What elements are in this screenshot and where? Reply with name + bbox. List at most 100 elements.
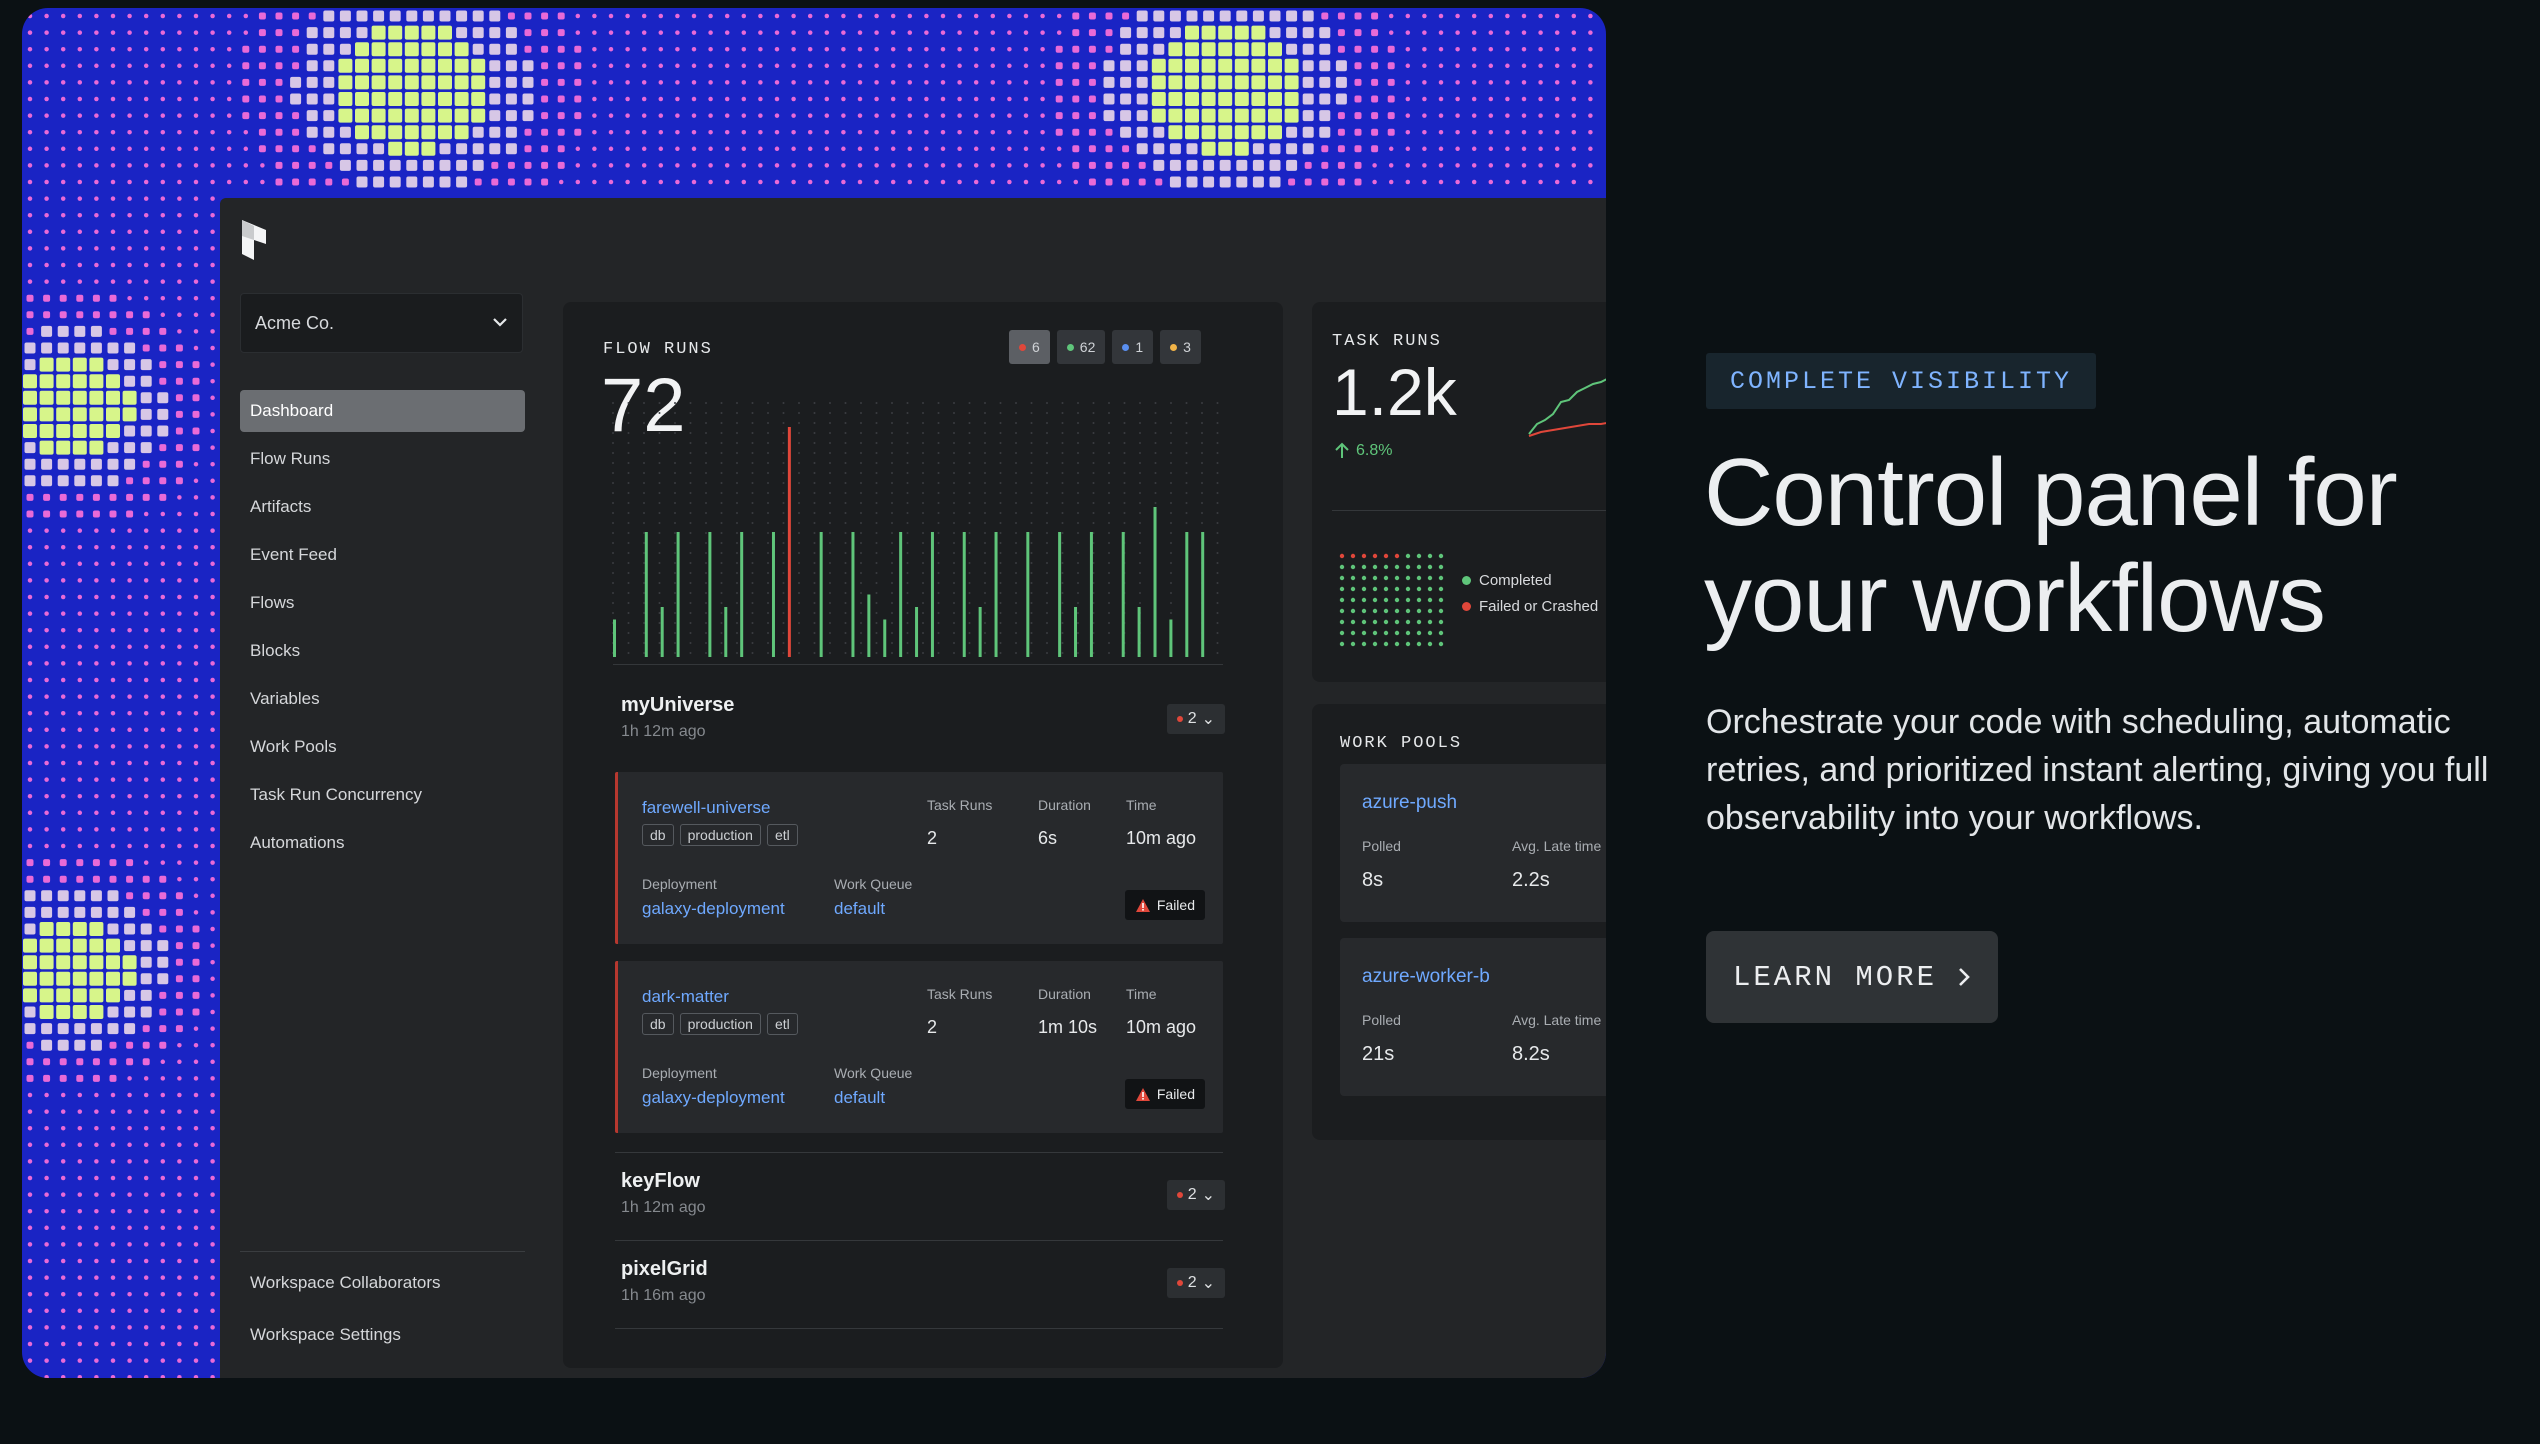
pattern-dot (1521, 96, 1527, 102)
pattern-square (1319, 126, 1331, 138)
pattern-square (1185, 75, 1199, 90)
pattern-dot (1471, 113, 1477, 118)
run-card[interactable]: farewell-universe db production etl Task… (615, 772, 1223, 944)
pattern-dot (110, 677, 116, 683)
grid-dot (705, 592, 707, 594)
pattern-dot (658, 163, 664, 168)
pattern-square (76, 859, 84, 867)
pattern-dot (127, 1374, 132, 1378)
pattern-square (39, 988, 54, 1003)
badge-scheduled[interactable]: 3 (1160, 330, 1201, 364)
sidebar-item-workspace-collaborators[interactable]: Workspace Collaborators (240, 1262, 525, 1304)
pattern-square (1251, 25, 1266, 40)
sidebar-item-workspace-settings[interactable]: Workspace Settings (240, 1314, 525, 1356)
grid-dot (720, 502, 723, 504)
grid-dot (922, 622, 924, 624)
pattern-dot (807, 63, 813, 69)
pattern-dot (127, 793, 132, 799)
pattern-square (541, 112, 549, 120)
pattern-square (59, 875, 67, 883)
run-name-link[interactable]: farewell-universe (642, 798, 771, 818)
pattern-square (1371, 12, 1379, 20)
sidebar-item-blocks[interactable]: Blocks (240, 630, 525, 672)
pattern-dot (110, 1291, 116, 1297)
grid-dot (689, 562, 692, 564)
group-count-button[interactable]: 2 ⌄ (1166, 1180, 1225, 1210)
pattern-dot (1023, 30, 1029, 35)
grid-dot (674, 572, 676, 574)
deployment-link[interactable]: galaxy-deployment (642, 899, 785, 919)
pattern-square (1284, 75, 1299, 90)
pattern-dot (77, 96, 83, 102)
pattern-dot (110, 1159, 116, 1164)
badge-completed[interactable]: 62 (1056, 330, 1106, 364)
grid-dot (751, 562, 754, 564)
grid-dot (937, 592, 940, 594)
flow-group[interactable]: myUniverse 1h 12m ago 2 ⌄ (621, 694, 1225, 741)
run-card[interactable]: dark-matter db production etl Task Runs … (615, 961, 1223, 1133)
pattern-square (438, 125, 452, 140)
badge-failed[interactable]: 6 (1009, 330, 1050, 364)
grid-dot (999, 632, 1002, 634)
pattern-dot (774, 96, 780, 102)
grid-dot (1061, 462, 1064, 464)
pattern-dot (641, 63, 647, 69)
pattern-square (24, 906, 36, 918)
work-queue-link[interactable]: default (834, 1088, 885, 1108)
group-count-button[interactable]: 2 ⌄ (1166, 704, 1225, 734)
grid-dot (906, 432, 909, 434)
pattern-dot (143, 1208, 149, 1214)
work-queue-link[interactable]: default (834, 899, 885, 919)
grid-dot (984, 482, 986, 484)
grid-dot (1030, 592, 1033, 594)
sidebar-item-task-run-concurrency[interactable]: Task Run Concurrency (240, 774, 525, 816)
task-dot (1438, 597, 1444, 603)
sidebar-item-event-feed[interactable]: Event Feed (240, 534, 525, 576)
workspace-select[interactable]: Acme Co. (240, 293, 523, 353)
grid-dot (813, 492, 816, 494)
sidebar-item-variables[interactable]: Variables (240, 678, 525, 720)
work-pool-card[interactable]: azure-worker-b Polled 21s Avg. Late time… (1340, 938, 1606, 1096)
flow-group[interactable]: pixelGrid 1h 16m ago 2 ⌄ (621, 1258, 1225, 1305)
pattern-dot (177, 511, 182, 517)
pattern-dot (110, 30, 116, 35)
grid-dot (937, 422, 940, 424)
grid-dot (736, 632, 738, 634)
pattern-dot (60, 644, 66, 650)
badge-running[interactable]: 1 (1112, 330, 1154, 364)
pool-name-link[interactable]: azure-worker-b (1362, 966, 1490, 988)
pattern-dot (724, 30, 730, 35)
task-dot (1394, 619, 1400, 625)
grid-dot (829, 482, 831, 484)
group-count-button[interactable]: 2 ⌄ (1166, 1268, 1225, 1298)
pattern-dot (608, 146, 614, 152)
grid-dot (627, 612, 630, 614)
grid-dot (999, 472, 1002, 474)
sidebar-item-automations[interactable]: Automations (240, 822, 525, 864)
pattern-square (72, 440, 87, 455)
pattern-dot (44, 63, 49, 69)
pattern-dot (210, 295, 215, 301)
pool-name-link[interactable]: azure-push (1362, 792, 1457, 814)
run-name-link[interactable]: dark-matter (642, 987, 729, 1007)
sidebar-item-dashboard[interactable]: Dashboard (240, 390, 525, 432)
learn-more-button[interactable]: LEARN MORE (1706, 931, 1998, 1023)
pattern-dot (44, 827, 49, 832)
sidebar-item-artifacts[interactable]: Artifacts (240, 486, 525, 528)
sidebar-item-flows[interactable]: Flows (240, 582, 525, 624)
work-pool-card[interactable]: azure-push Polled 8s Avg. Late time 2.2s (1340, 764, 1606, 922)
grid-dot (1061, 452, 1064, 454)
pattern-square (422, 159, 434, 171)
pattern-square (1302, 60, 1314, 72)
grid-dot (674, 512, 676, 514)
cta-label: LEARN MORE (1732, 960, 1938, 994)
deployment-link[interactable]: galaxy-deployment (642, 1088, 785, 1108)
pattern-dot (160, 1092, 166, 1098)
pattern-dot (774, 163, 780, 168)
sidebar-item-work-pools[interactable]: Work Pools (240, 726, 525, 768)
pattern-dot (177, 1308, 182, 1314)
pattern-square (1371, 29, 1379, 37)
sidebar-item-flow-runs[interactable]: Flow Runs (240, 438, 525, 480)
pattern-square (26, 311, 34, 319)
flow-group[interactable]: keyFlow 1h 12m ago 2 ⌄ (621, 1170, 1225, 1217)
